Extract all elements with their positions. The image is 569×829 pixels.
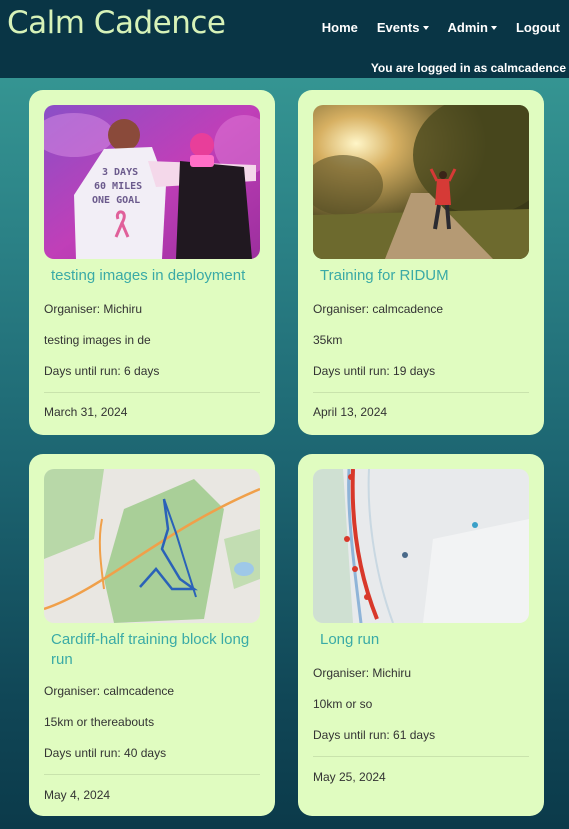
event-image[interactable] bbox=[313, 105, 529, 259]
event-organiser: Organiser: calmcadence bbox=[44, 684, 175, 698]
event-days-until: Days until run: 40 days bbox=[44, 746, 167, 760]
shirt-text-line-3: ONE GOAL bbox=[92, 195, 140, 206]
event-description: 15km or thereabouts bbox=[44, 715, 155, 729]
event-card: Long run Organiser: Michiru 10km or so D… bbox=[298, 454, 544, 816]
event-date: March 31, 2024 bbox=[44, 405, 128, 419]
event-description: 35km bbox=[313, 333, 343, 347]
shirt-text-line-1: 3 DAYS bbox=[102, 167, 138, 178]
nav-events-label: Events bbox=[376, 20, 420, 35]
shirt-text-line-2: 60 MILES bbox=[94, 181, 142, 192]
event-date: April 13, 2024 bbox=[313, 405, 388, 419]
nav-logout-link[interactable]: Logout bbox=[516, 20, 560, 35]
event-title[interactable]: testing images in deployment bbox=[51, 266, 261, 286]
nav-links: Home Events Admin Logout bbox=[303, 20, 560, 35]
event-days-until: Days until run: 6 days bbox=[44, 364, 160, 378]
event-title[interactable]: Cardiff-half training block long run bbox=[51, 630, 261, 670]
event-card: Training for RIDUM Organiser: calmcadenc… bbox=[298, 90, 544, 435]
event-image[interactable] bbox=[44, 469, 260, 623]
event-date: May 25, 2024 bbox=[313, 770, 386, 784]
event-date: May 4, 2024 bbox=[44, 788, 111, 802]
event-description: 10km or so bbox=[313, 697, 373, 711]
brand-logo[interactable]: Calm Cadence bbox=[7, 5, 226, 41]
nav-admin-label: Admin bbox=[447, 20, 488, 35]
event-title[interactable]: Long run bbox=[320, 630, 530, 650]
nav-logout-label: Logout bbox=[515, 20, 560, 35]
navbar: Calm Cadence Home Events Admin Logout Yo… bbox=[0, 0, 569, 78]
event-days-until: Days until run: 19 days bbox=[313, 364, 436, 378]
nav-admin-dropdown[interactable]: Admin bbox=[448, 20, 497, 35]
card-divider bbox=[44, 774, 260, 775]
event-image[interactable]: 3 DAYS 60 MILES ONE GOAL bbox=[44, 105, 260, 259]
nav-home-label: Home bbox=[321, 20, 358, 35]
chevron-down-icon bbox=[490, 25, 497, 30]
login-status: You are logged in as calmcadence bbox=[370, 61, 566, 75]
event-description: testing images in de bbox=[44, 333, 151, 347]
nav-events-dropdown[interactable]: Events bbox=[377, 20, 429, 35]
card-divider bbox=[44, 392, 260, 393]
event-image[interactable] bbox=[313, 469, 529, 623]
event-card: Cardiff-half training block long run Org… bbox=[29, 454, 275, 816]
chevron-down-icon bbox=[422, 25, 429, 30]
event-organiser: Organiser: calmcadence bbox=[313, 302, 444, 316]
event-organiser: Organiser: Michiru bbox=[44, 302, 143, 316]
card-divider bbox=[313, 392, 529, 393]
card-divider bbox=[313, 756, 529, 757]
nav-home-link[interactable]: Home bbox=[322, 20, 358, 35]
event-organiser: Organiser: Michiru bbox=[313, 666, 412, 680]
event-title[interactable]: Training for RIDUM bbox=[320, 266, 530, 286]
event-days-until: Days until run: 61 days bbox=[313, 728, 436, 742]
event-card: 3 DAYS 60 MILES ONE GOAL testing images … bbox=[29, 90, 275, 435]
